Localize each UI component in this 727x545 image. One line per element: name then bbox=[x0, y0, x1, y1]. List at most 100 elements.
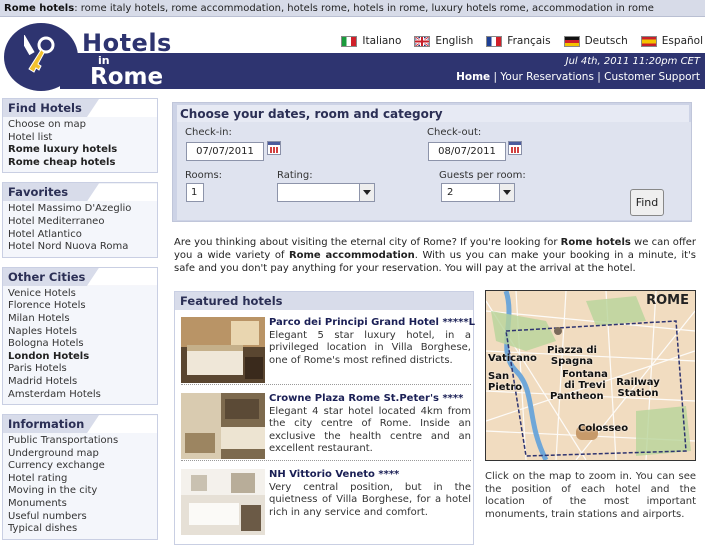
heading-tab-decoration bbox=[87, 267, 157, 286]
hotel-description: Elegant 4 star hotel located 4km from th… bbox=[269, 406, 471, 455]
logo-word-hotels: Hotels bbox=[82, 29, 172, 57]
featured-hotel-item: Crowne Plaza Rome St.Peter's **** Elegan… bbox=[181, 393, 473, 463]
menu-separator: | bbox=[490, 71, 501, 83]
lang-english[interactable]: English bbox=[414, 35, 473, 47]
hotel-photo[interactable] bbox=[181, 393, 265, 459]
city-link[interactable]: Madrid Hotels bbox=[8, 376, 152, 389]
chevron-down-icon bbox=[359, 184, 374, 201]
info-link[interactable]: Hotel rating bbox=[8, 473, 152, 486]
map-label-fontana-di-trevi: Fontana di Trevi bbox=[562, 369, 608, 391]
site-logo[interactable]: Hotels in Rome bbox=[2, 21, 172, 91]
sidebar-link-choose-on-map[interactable]: Choose on map bbox=[8, 119, 152, 132]
intro-text: Are you thinking about visiting the eter… bbox=[174, 237, 561, 248]
favorites-box: Favorites Hotel Massimo D'Azeglio Hotel … bbox=[2, 182, 158, 258]
rooms-label: Rooms: bbox=[185, 170, 223, 181]
lang-label: Français bbox=[507, 35, 551, 47]
map-label-piazza-di-spagna: Piazza di Spagna bbox=[547, 345, 597, 367]
hotel-photo[interactable] bbox=[181, 317, 265, 383]
info-link[interactable]: Typical dishes bbox=[8, 523, 152, 536]
city-link[interactable]: London Hotels bbox=[8, 351, 152, 364]
city-link[interactable]: Bologna Hotels bbox=[8, 338, 152, 351]
information-box: Information Public Transportations Under… bbox=[2, 414, 158, 540]
info-link[interactable]: Currency exchange bbox=[8, 460, 152, 473]
search-panel-title: Choose your dates, room and category bbox=[177, 105, 689, 122]
checkin-field[interactable]: 07/07/2011 bbox=[186, 142, 264, 161]
heading-tab-decoration bbox=[87, 99, 157, 117]
hotel-name-link[interactable]: NH Vittorio Veneto **** bbox=[269, 469, 399, 480]
box-title: Favorites bbox=[8, 185, 69, 200]
city-link[interactable]: Naples Hotels bbox=[8, 326, 152, 339]
germany-flag-icon bbox=[563, 35, 580, 47]
map-label-vaticano: Vaticano bbox=[488, 353, 537, 364]
sidebar-link-rome-cheap[interactable]: Rome cheap hotels bbox=[8, 157, 152, 170]
checkout-field[interactable]: 08/07/2011 bbox=[428, 142, 506, 161]
favorite-hotel-link[interactable]: Hotel Nord Nuova Roma bbox=[8, 241, 152, 254]
lang-deutsch[interactable]: Deutsch bbox=[563, 35, 628, 47]
featured-hotels-title: Featured hotels bbox=[175, 292, 473, 310]
guests-select-value: 2 bbox=[447, 187, 454, 198]
calendar-icon[interactable] bbox=[508, 141, 522, 155]
checkin-label: Check-in: bbox=[185, 127, 232, 138]
logo-word-rome: Rome bbox=[90, 64, 164, 90]
top-menu: Home | Your Reservations | Customer Supp… bbox=[456, 71, 700, 83]
favorites-heading: Favorites bbox=[3, 183, 157, 202]
key-icon bbox=[24, 35, 55, 73]
chevron-down-icon bbox=[499, 184, 514, 201]
favorite-hotel-link[interactable]: Hotel Massimo D'Azeglio bbox=[8, 203, 152, 216]
box-title: Information bbox=[8, 417, 85, 432]
hotel-description: Elegant 5 star luxury hotel, in a privil… bbox=[269, 330, 471, 366]
other-cities-box: Other Cities Venice Hotels Florence Hote… bbox=[2, 266, 158, 406]
guests-select[interactable]: 2 bbox=[441, 183, 515, 202]
current-date: Jul 4th, 2011 11:20pm CET bbox=[565, 56, 700, 67]
rating-select[interactable] bbox=[277, 183, 375, 202]
lang-italiano[interactable]: Italiano bbox=[341, 35, 401, 47]
hotel-photo[interactable] bbox=[181, 469, 265, 535]
rooms-field[interactable]: 1 bbox=[186, 183, 204, 202]
info-link[interactable]: Useful numbers bbox=[8, 511, 152, 524]
sidebar-link-rome-luxury[interactable]: Rome luxury hotels bbox=[8, 144, 152, 157]
hotel-description: Very central position, but in the quietn… bbox=[269, 482, 471, 518]
divider bbox=[181, 384, 471, 385]
featured-hotels-panel: Featured hotels Parco dei Principi Grand… bbox=[174, 291, 475, 545]
find-button[interactable]: Find bbox=[630, 189, 664, 216]
favorite-hotel-link[interactable]: Hotel Mediterraneo bbox=[8, 216, 152, 229]
featured-hotel-item: NH Vittorio Veneto **** Very central pos… bbox=[181, 469, 473, 539]
italy-flag-icon bbox=[341, 35, 358, 47]
city-link[interactable]: Florence Hotels bbox=[8, 300, 152, 313]
lang-espanol[interactable]: Español bbox=[640, 35, 703, 47]
favorite-hotel-link[interactable]: Hotel Atlantico bbox=[8, 229, 152, 242]
city-link[interactable]: Venice Hotels bbox=[8, 288, 152, 301]
search-form: Check-in: 07/07/2011 Check-out: 08/07/20… bbox=[177, 122, 691, 220]
keyword-bar: Rome hotels: rome italy hotels, rome acc… bbox=[0, 0, 705, 17]
city-link[interactable]: Paris Hotels bbox=[8, 363, 152, 376]
info-link[interactable]: Public Transportations bbox=[8, 435, 152, 448]
hotel-name-link[interactable]: Parco dei Principi Grand Hotel *****L bbox=[269, 317, 475, 328]
calendar-icon[interactable] bbox=[267, 141, 281, 155]
lang-francais[interactable]: Français bbox=[486, 35, 551, 47]
uk-flag-icon bbox=[414, 35, 431, 47]
map-label-colosseo: Colosseo bbox=[578, 423, 629, 434]
other-cities-heading: Other Cities bbox=[3, 267, 157, 286]
lang-label: Español bbox=[661, 35, 703, 47]
keyword-bar-title: Rome hotels bbox=[4, 3, 75, 14]
sidebar-link-hotel-list[interactable]: Hotel list bbox=[8, 132, 152, 145]
home-link[interactable]: Home bbox=[456, 71, 490, 83]
intro-paragraph: Are you thinking about visiting the eter… bbox=[174, 236, 696, 275]
intro-keyword: Rome hotels bbox=[560, 237, 631, 248]
heading-tab-decoration bbox=[87, 183, 157, 202]
site-header: Jul 4th, 2011 11:20pm CET Home | Your Re… bbox=[0, 18, 705, 91]
france-flag-icon bbox=[486, 35, 503, 47]
menu-separator: | bbox=[593, 71, 605, 83]
city-link[interactable]: Milan Hotels bbox=[8, 313, 152, 326]
hotel-name-link[interactable]: Crowne Plaza Rome St.Peter's **** bbox=[269, 393, 463, 404]
booking-search-panel: Choose your dates, room and category Che… bbox=[172, 102, 692, 222]
information-heading: Information bbox=[3, 415, 157, 434]
rome-map[interactable]: ROME Vaticano San Pietro Piazza di Spagn… bbox=[485, 290, 696, 461]
divider bbox=[181, 460, 471, 461]
customer-support-link[interactable]: Customer Support bbox=[604, 71, 700, 83]
reservations-link[interactable]: Your Reservations bbox=[500, 71, 594, 83]
info-link[interactable]: Underground map bbox=[8, 448, 152, 461]
city-link[interactable]: Amsterdam Hotels bbox=[8, 389, 152, 402]
info-link[interactable]: Monuments bbox=[8, 498, 152, 511]
info-link[interactable]: Moving in the city bbox=[8, 485, 152, 498]
